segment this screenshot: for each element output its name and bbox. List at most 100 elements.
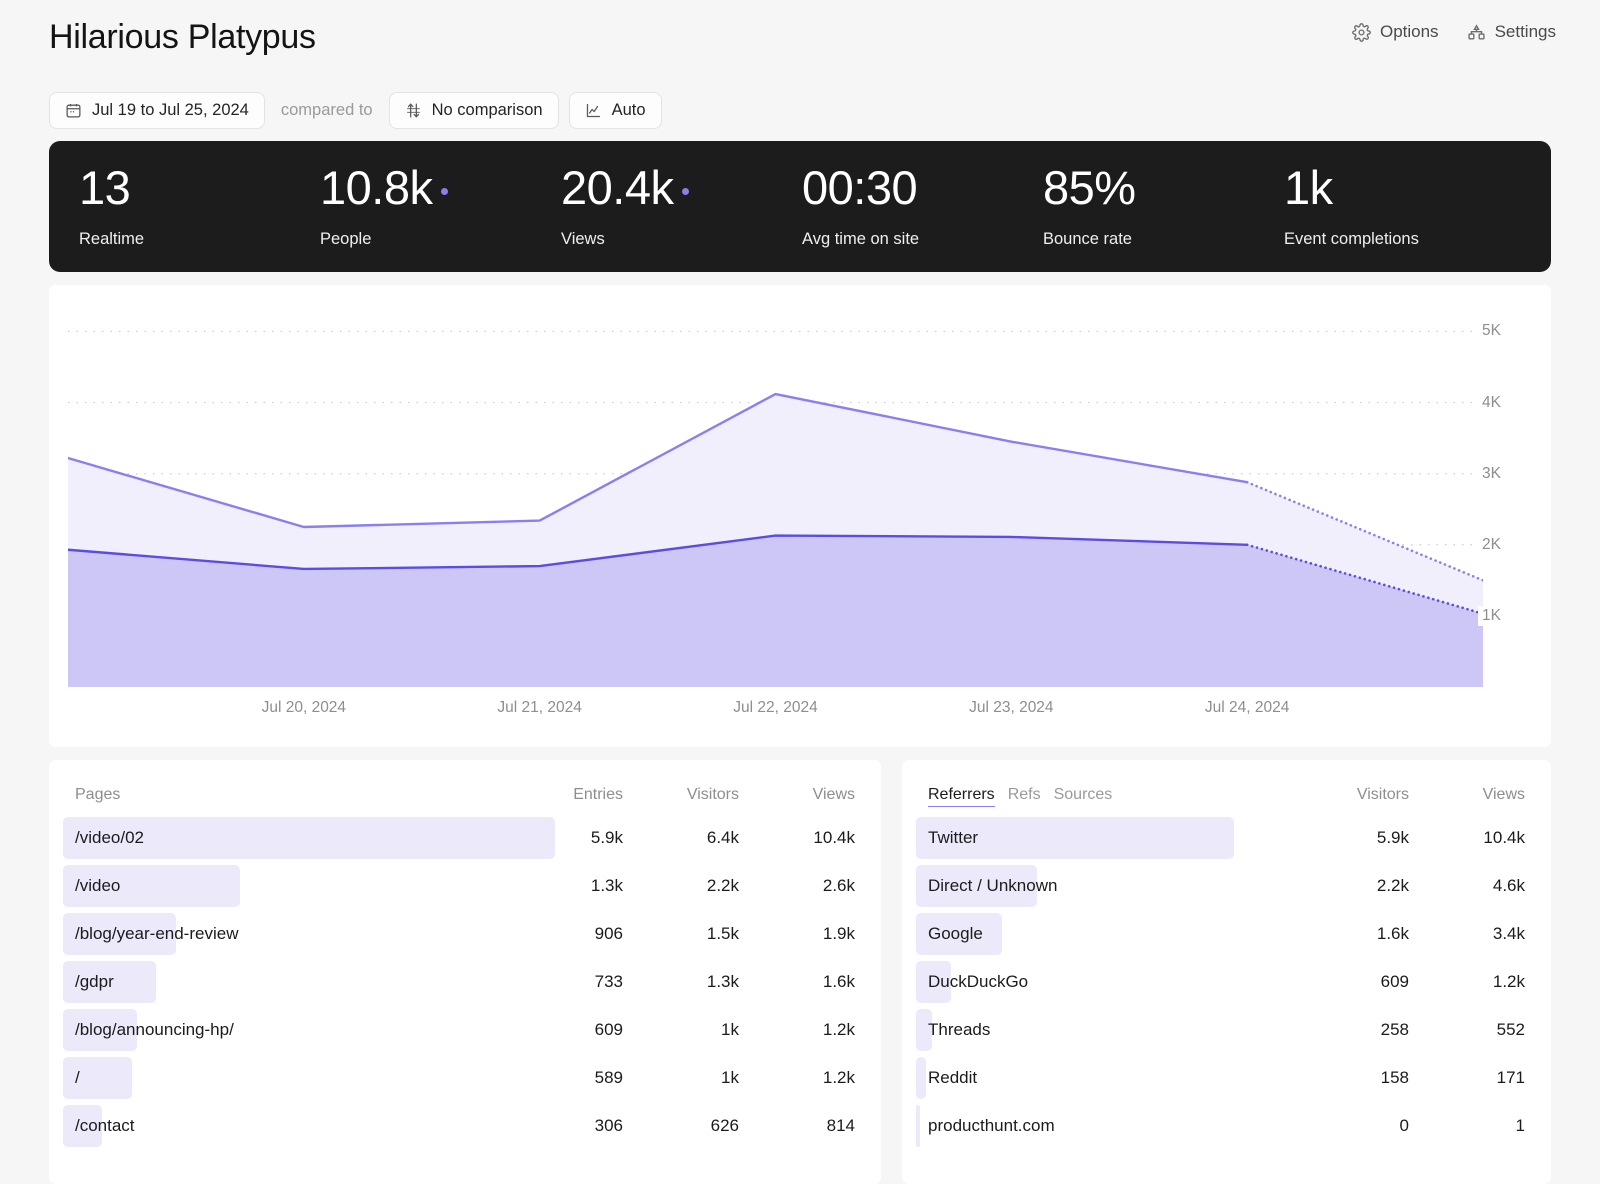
kpi-realtime[interactable]: 13 Realtime <box>77 164 318 249</box>
options-button[interactable]: Options <box>1352 22 1439 42</box>
table-row[interactable]: Google 1.6k3.4k <box>902 910 1551 958</box>
table-row[interactable]: producthunt.com01 <box>902 1102 1551 1150</box>
row-entries-value: 733 <box>507 972 623 992</box>
comparison-label: No comparison <box>432 101 543 120</box>
table-row[interactable]: Threads258552 <box>902 1006 1551 1054</box>
date-range-label: Jul 19 to Jul 25, 2024 <box>92 101 249 120</box>
analytics-dashboard: Hilarious Platypus Options <box>0 0 1600 1184</box>
kpi-label: Views <box>561 230 800 249</box>
kpi-value-row: 85% <box>1043 164 1282 216</box>
kpi-label: People <box>320 230 559 249</box>
row-name-cell: Twitter <box>928 814 1293 862</box>
comparison-button[interactable]: No comparison <box>389 92 559 129</box>
chart-y-tick-label: 4K <box>1478 393 1505 413</box>
chart-x-tick-label: Jul 22, 2024 <box>733 699 817 717</box>
table-row[interactable]: DuckDuckGo6091.2k <box>902 958 1551 1006</box>
chart-plot-area[interactable] <box>68 303 1483 687</box>
pages-panel-header: Pages Entries Visitors Views <box>49 760 881 814</box>
kpi-value: 13 <box>79 164 130 212</box>
referrers-visitors-header: Visitors <box>1293 760 1409 804</box>
kpi-summary-bar: 13 Realtime10.8k People20.4k Views00:30Avg … <box>49 141 1551 272</box>
row-value-bar <box>916 1057 926 1099</box>
row-visitors-value: 1k <box>623 1020 739 1040</box>
row-views-value: 552 <box>1409 1020 1525 1040</box>
header-actions: Options Settings <box>1352 22 1556 42</box>
kpi-value-row: 20.4k <box>561 164 800 216</box>
row-label: /blog/announcing-hp/ <box>75 1020 234 1040</box>
interval-label: Auto <box>612 101 646 120</box>
table-row[interactable]: /video1.3k2.2k2.6k <box>49 862 881 910</box>
table-row[interactable]: /blog/year-end-review9061.5k1.9k <box>49 910 881 958</box>
kpi-avg-time-on-site[interactable]: 00:30Avg time on site <box>800 164 1041 249</box>
row-label: producthunt.com <box>928 1116 1055 1136</box>
table-row[interactable]: Reddit158171 <box>902 1054 1551 1102</box>
row-views-value: 1.2k <box>739 1068 855 1088</box>
interval-button[interactable]: Auto <box>569 92 662 129</box>
line-chart-icon <box>585 102 602 119</box>
row-label: /blog/year-end-review <box>75 924 238 944</box>
detail-panels: Pages Entries Visitors Views /video/025.… <box>49 760 1551 1184</box>
table-row[interactable]: /video/025.9k6.4k10.4k <box>49 814 881 862</box>
kpi-value-row: 10.8k <box>320 164 559 216</box>
table-row[interactable]: /gdpr7331.3k1.6k <box>49 958 881 1006</box>
kpi-value: 1k <box>1284 164 1333 212</box>
tab-referrers[interactable]: Referrers <box>928 786 995 807</box>
chart-x-tick-label: Jul 23, 2024 <box>969 699 1053 717</box>
pages-panel: Pages Entries Visitors Views /video/025.… <box>49 760 881 1184</box>
row-views-value: 1.9k <box>739 924 855 944</box>
row-label: /video <box>75 876 120 896</box>
row-views-value: 3.4k <box>1409 924 1525 944</box>
kpi-label: Realtime <box>79 230 318 249</box>
row-visitors-value: 2.2k <box>623 876 739 896</box>
row-visitors-value: 626 <box>623 1116 739 1136</box>
row-label: /gdpr <box>75 972 114 992</box>
table-row[interactable]: /blog/announcing-hp/6091k1.2k <box>49 1006 881 1054</box>
tab-sources[interactable]: Sources <box>1054 786 1113 804</box>
row-visitors-value: 258 <box>1293 1020 1409 1040</box>
row-entries-value: 609 <box>507 1020 623 1040</box>
row-visitors-value: 1k <box>623 1068 739 1088</box>
kpi-value-row: 13 <box>79 164 318 216</box>
tab-refs[interactable]: Refs <box>1008 786 1041 804</box>
row-visitors-value: 0 <box>1293 1116 1409 1136</box>
row-value-bar <box>916 1105 920 1147</box>
kpi-people[interactable]: 10.8k People <box>318 164 559 249</box>
row-name-cell: DuckDuckGo <box>928 958 1293 1006</box>
calendar-icon <box>65 102 82 119</box>
kpi-bounce-rate[interactable]: 85% Bounce rate <box>1041 164 1282 249</box>
row-name-cell: producthunt.com <box>928 1102 1293 1150</box>
row-label: Google <box>928 924 983 944</box>
row-label: Direct / Unknown <box>928 876 1057 896</box>
row-visitors-value: 1.6k <box>1293 924 1409 944</box>
settings-button[interactable]: Settings <box>1467 22 1556 42</box>
kpi-event-completions[interactable]: 1k Event completions <box>1282 164 1523 249</box>
referrers-row-list: Twitter5.9k10.4kDirect / Unknown2.2k4.6k… <box>902 814 1551 1150</box>
kpi-views[interactable]: 20.4k Views <box>559 164 800 249</box>
referrers-panel: ReferrersRefsSources Visitors Views Twit… <box>902 760 1551 1184</box>
sitemap-icon <box>1467 23 1486 42</box>
table-row[interactable]: /contact306626814 <box>49 1102 881 1150</box>
chart-y-tick-label: 1K <box>1478 606 1505 626</box>
kpi-value: 85% <box>1043 164 1136 212</box>
kpi-label: Event completions <box>1284 230 1523 249</box>
table-row[interactable]: Twitter5.9k10.4k <box>902 814 1551 862</box>
chart-x-tick-label: Jul 20, 2024 <box>262 699 346 717</box>
row-views-value: 171 <box>1409 1068 1525 1088</box>
traffic-chart-card: 1K2K3K4K5K Jul 20, 2024Jul 21, 2024Jul 2… <box>49 285 1551 747</box>
kpi-live-dot-icon <box>441 188 448 195</box>
row-name-cell: / <box>75 1054 507 1102</box>
chart-y-tick-label: 3K <box>1478 464 1505 484</box>
kpi-label: Bounce rate <box>1043 230 1282 249</box>
filter-toolbar: Jul 19 to Jul 25, 2024 compared to No co… <box>49 92 662 129</box>
row-visitors-value: 5.9k <box>1293 828 1409 848</box>
date-range-button[interactable]: Jul 19 to Jul 25, 2024 <box>49 92 265 129</box>
options-button-label: Options <box>1380 22 1439 42</box>
table-row[interactable]: /5891k1.2k <box>49 1054 881 1102</box>
kpi-value: 10.8k <box>320 164 432 212</box>
row-visitors-value: 6.4k <box>623 828 739 848</box>
row-name-cell: Direct / Unknown <box>928 862 1293 910</box>
traffic-chart[interactable]: 1K2K3K4K5K Jul 20, 2024Jul 21, 2024Jul 2… <box>49 285 1551 747</box>
row-name-cell: /gdpr <box>75 958 507 1006</box>
kpi-live-dot-icon <box>682 188 689 195</box>
table-row[interactable]: Direct / Unknown2.2k4.6k <box>902 862 1551 910</box>
